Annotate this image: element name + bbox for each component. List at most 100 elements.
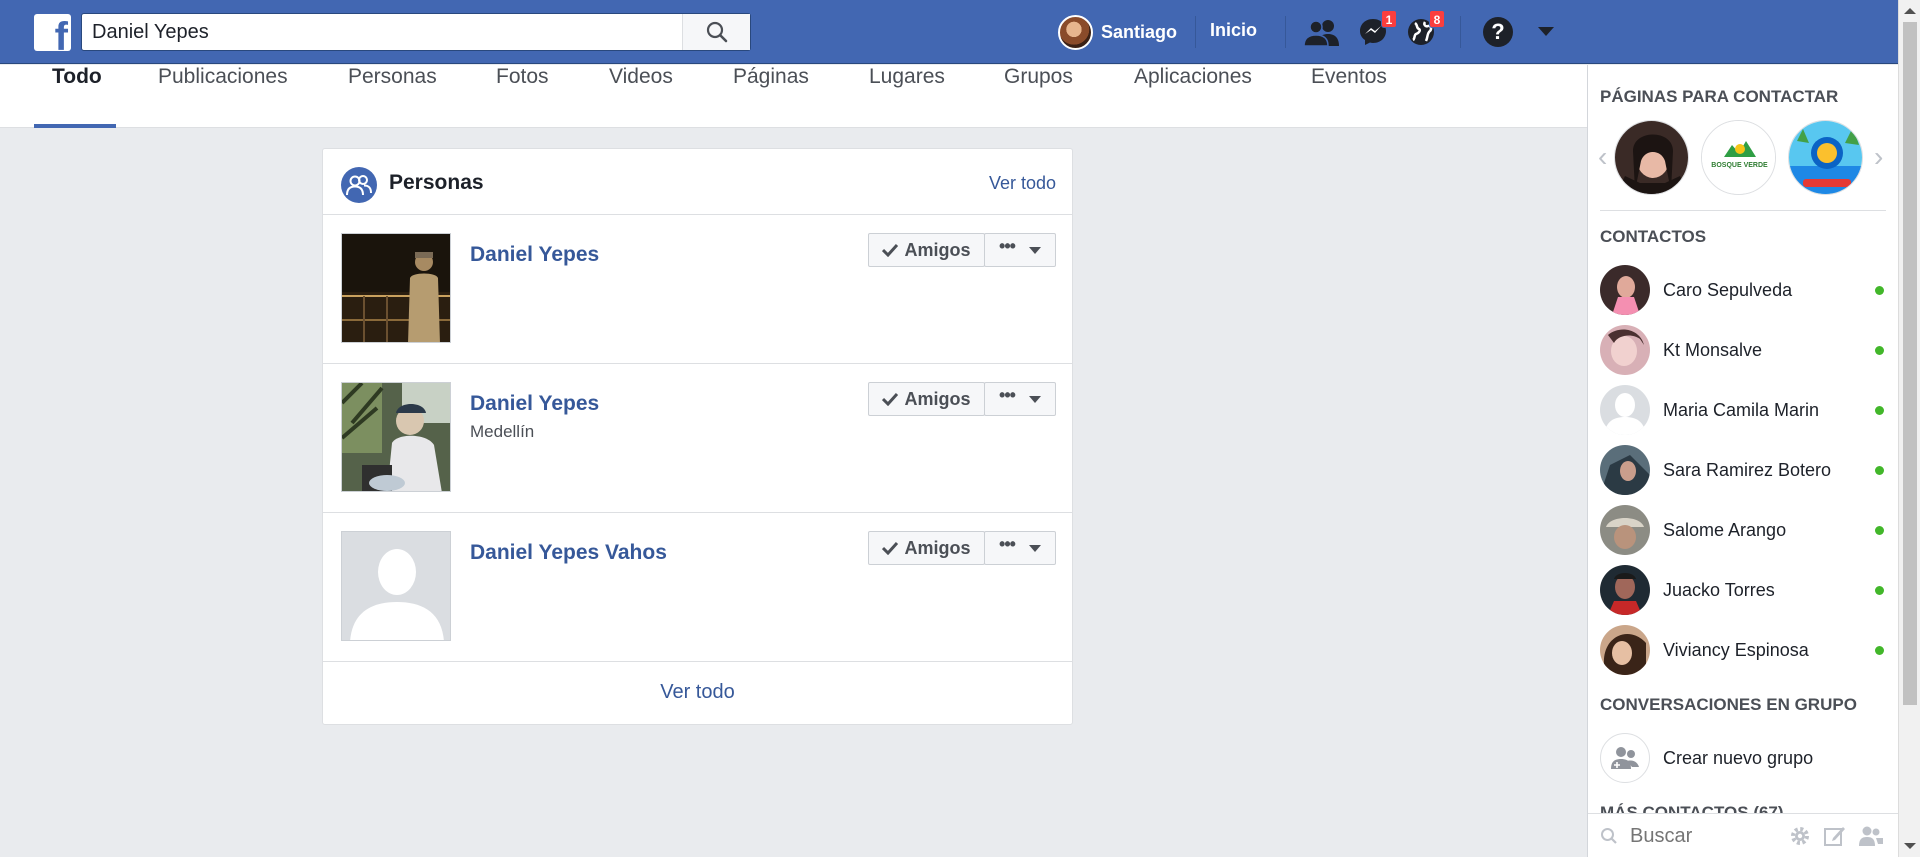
contact-name: Sara Ramirez Botero xyxy=(1663,459,1832,480)
friends-icon xyxy=(1304,20,1339,46)
scroll-down-icon[interactable] xyxy=(1904,843,1916,849)
home-link[interactable]: Inicio xyxy=(1210,20,1257,41)
see-all-footer-link[interactable]: Ver todo xyxy=(323,660,1072,724)
tab-fotos[interactable]: Fotos xyxy=(496,65,549,128)
online-status-icon xyxy=(1875,405,1884,415)
scroll-thumb[interactable] xyxy=(1903,22,1917,705)
avatar xyxy=(1600,625,1650,675)
help-icon: ? xyxy=(1483,17,1513,47)
search-input[interactable] xyxy=(92,14,682,50)
divider xyxy=(1600,210,1886,211)
contacts-search-input[interactable] xyxy=(1630,822,1770,850)
gear-icon[interactable] xyxy=(1788,824,1812,848)
check-icon xyxy=(882,392,899,406)
contact-item[interactable]: Maria Camila Marin xyxy=(1600,383,1890,437)
carousel-next-icon[interactable]: › xyxy=(1874,143,1886,171)
person-name-link[interactable]: Daniel Yepes xyxy=(470,392,599,416)
profile-photo[interactable] xyxy=(341,531,451,641)
person-result: Daniel Yepes Amigos ••• xyxy=(323,215,1072,364)
add-group-icon[interactable] xyxy=(1858,824,1884,848)
contact-name: Viviancy Espinosa xyxy=(1663,639,1809,660)
carousel-prev-icon[interactable]: ‹ xyxy=(1598,143,1610,171)
contact-item[interactable]: Salome Arango xyxy=(1600,503,1890,557)
avatar xyxy=(1600,265,1650,315)
more-options-button[interactable]: ••• xyxy=(984,233,1056,267)
more-dots-icon: ••• xyxy=(999,385,1016,405)
caret-down-icon xyxy=(1028,246,1041,254)
messages-button[interactable]: 1 xyxy=(1355,10,1397,50)
profile-photo[interactable] xyxy=(341,233,451,343)
friends-button-label: Amigos xyxy=(904,239,971,260)
scroll-up-icon[interactable] xyxy=(1904,8,1916,14)
tab-videos[interactable]: Videos xyxy=(609,65,673,128)
tab-publicaciones[interactable]: Publicaciones xyxy=(158,65,288,128)
card-title: Personas xyxy=(389,171,484,194)
contact-item[interactable]: Kt Monsalve xyxy=(1600,323,1890,377)
tab-paginas[interactable]: Páginas xyxy=(733,65,809,128)
more-options-button[interactable]: ••• xyxy=(984,382,1056,416)
avatar xyxy=(1600,445,1650,495)
search-icon xyxy=(706,21,727,43)
online-status-icon xyxy=(1875,285,1884,295)
people-icon xyxy=(341,167,377,203)
avatar xyxy=(1600,325,1650,375)
person-name-link[interactable]: Daniel Yepes Vahos xyxy=(470,541,667,565)
more-dots-icon: ••• xyxy=(999,236,1016,256)
tab-aplicaciones[interactable]: Aplicaciones xyxy=(1134,65,1252,128)
page-avatar[interactable]: BOSQUE VERDE xyxy=(1701,120,1776,195)
more-options-button[interactable]: ••• xyxy=(984,531,1056,565)
search-box xyxy=(81,13,751,51)
profile-photo[interactable] xyxy=(341,382,451,492)
contact-name: Juacko Torres xyxy=(1663,579,1775,600)
online-status-icon xyxy=(1875,645,1884,655)
search-filter-tabs: Todo Publicaciones Personas Fotos Videos… xyxy=(0,65,1587,128)
create-group-button[interactable]: Crear nuevo grupo xyxy=(1600,731,1890,785)
contacts-heading: CONTACTOS xyxy=(1600,227,1707,246)
tab-todo[interactable]: Todo xyxy=(52,65,102,128)
friends-button[interactable]: Amigos xyxy=(868,531,985,565)
page-scrollbar[interactable] xyxy=(1898,0,1920,857)
friends-button[interactable]: Amigos xyxy=(868,382,985,416)
online-status-icon xyxy=(1875,525,1884,535)
avatar xyxy=(1600,385,1650,435)
new-message-icon[interactable] xyxy=(1823,824,1847,848)
contact-item[interactable]: Juacko Torres xyxy=(1600,563,1890,617)
friends-button[interactable]: Amigos xyxy=(868,233,985,267)
tab-lugares[interactable]: Lugares xyxy=(869,65,945,128)
divider xyxy=(1285,16,1286,48)
help-button[interactable]: ? xyxy=(1480,14,1516,50)
search-button[interactable] xyxy=(682,14,750,50)
group-add-icon xyxy=(1600,733,1650,783)
person-location: Medellín xyxy=(470,422,535,441)
tab-personas[interactable]: Personas xyxy=(348,65,437,128)
messages-badge: 1 xyxy=(1381,10,1397,28)
see-all-link[interactable]: Ver todo xyxy=(989,173,1056,194)
contact-item[interactable]: Caro Sepulveda xyxy=(1600,263,1890,317)
friends-button-label: Amigos xyxy=(904,537,971,558)
pages-heading: PÁGINAS PARA CONTACTAR xyxy=(1600,87,1839,106)
contact-item[interactable]: Viviancy Espinosa xyxy=(1600,623,1890,677)
tab-eventos[interactable]: Eventos xyxy=(1311,65,1387,128)
check-icon xyxy=(882,243,899,257)
profile-link[interactable]: Santiago xyxy=(1058,14,1177,50)
create-group-label: Crear nuevo grupo xyxy=(1663,747,1814,768)
facebook-logo[interactable]: f xyxy=(34,14,71,51)
contact-name: Kt Monsalve xyxy=(1663,339,1763,360)
default-avatar-icon xyxy=(342,532,450,640)
notifications-button[interactable]: 8 xyxy=(1403,10,1445,50)
tab-grupos[interactable]: Grupos xyxy=(1004,65,1073,128)
online-status-icon xyxy=(1875,585,1884,595)
page-avatar[interactable] xyxy=(1788,120,1863,195)
profile-name: Santiago xyxy=(1101,21,1178,42)
divider xyxy=(1460,16,1461,48)
person-name-link[interactable]: Daniel Yepes xyxy=(470,243,599,267)
contact-name: Salome Arango xyxy=(1663,519,1787,540)
avatar xyxy=(1058,14,1093,50)
friend-requests-button[interactable] xyxy=(1304,14,1340,50)
page-avatar[interactable] xyxy=(1614,120,1689,195)
page-logo-text: BOSQUE VERDE xyxy=(1711,162,1768,169)
account-menu-button[interactable] xyxy=(1528,14,1564,50)
person-result: Daniel Yepes Vahos Amigos ••• xyxy=(323,513,1072,662)
contact-item[interactable]: Sara Ramirez Botero xyxy=(1600,443,1890,497)
more-dots-icon: ••• xyxy=(999,534,1016,554)
